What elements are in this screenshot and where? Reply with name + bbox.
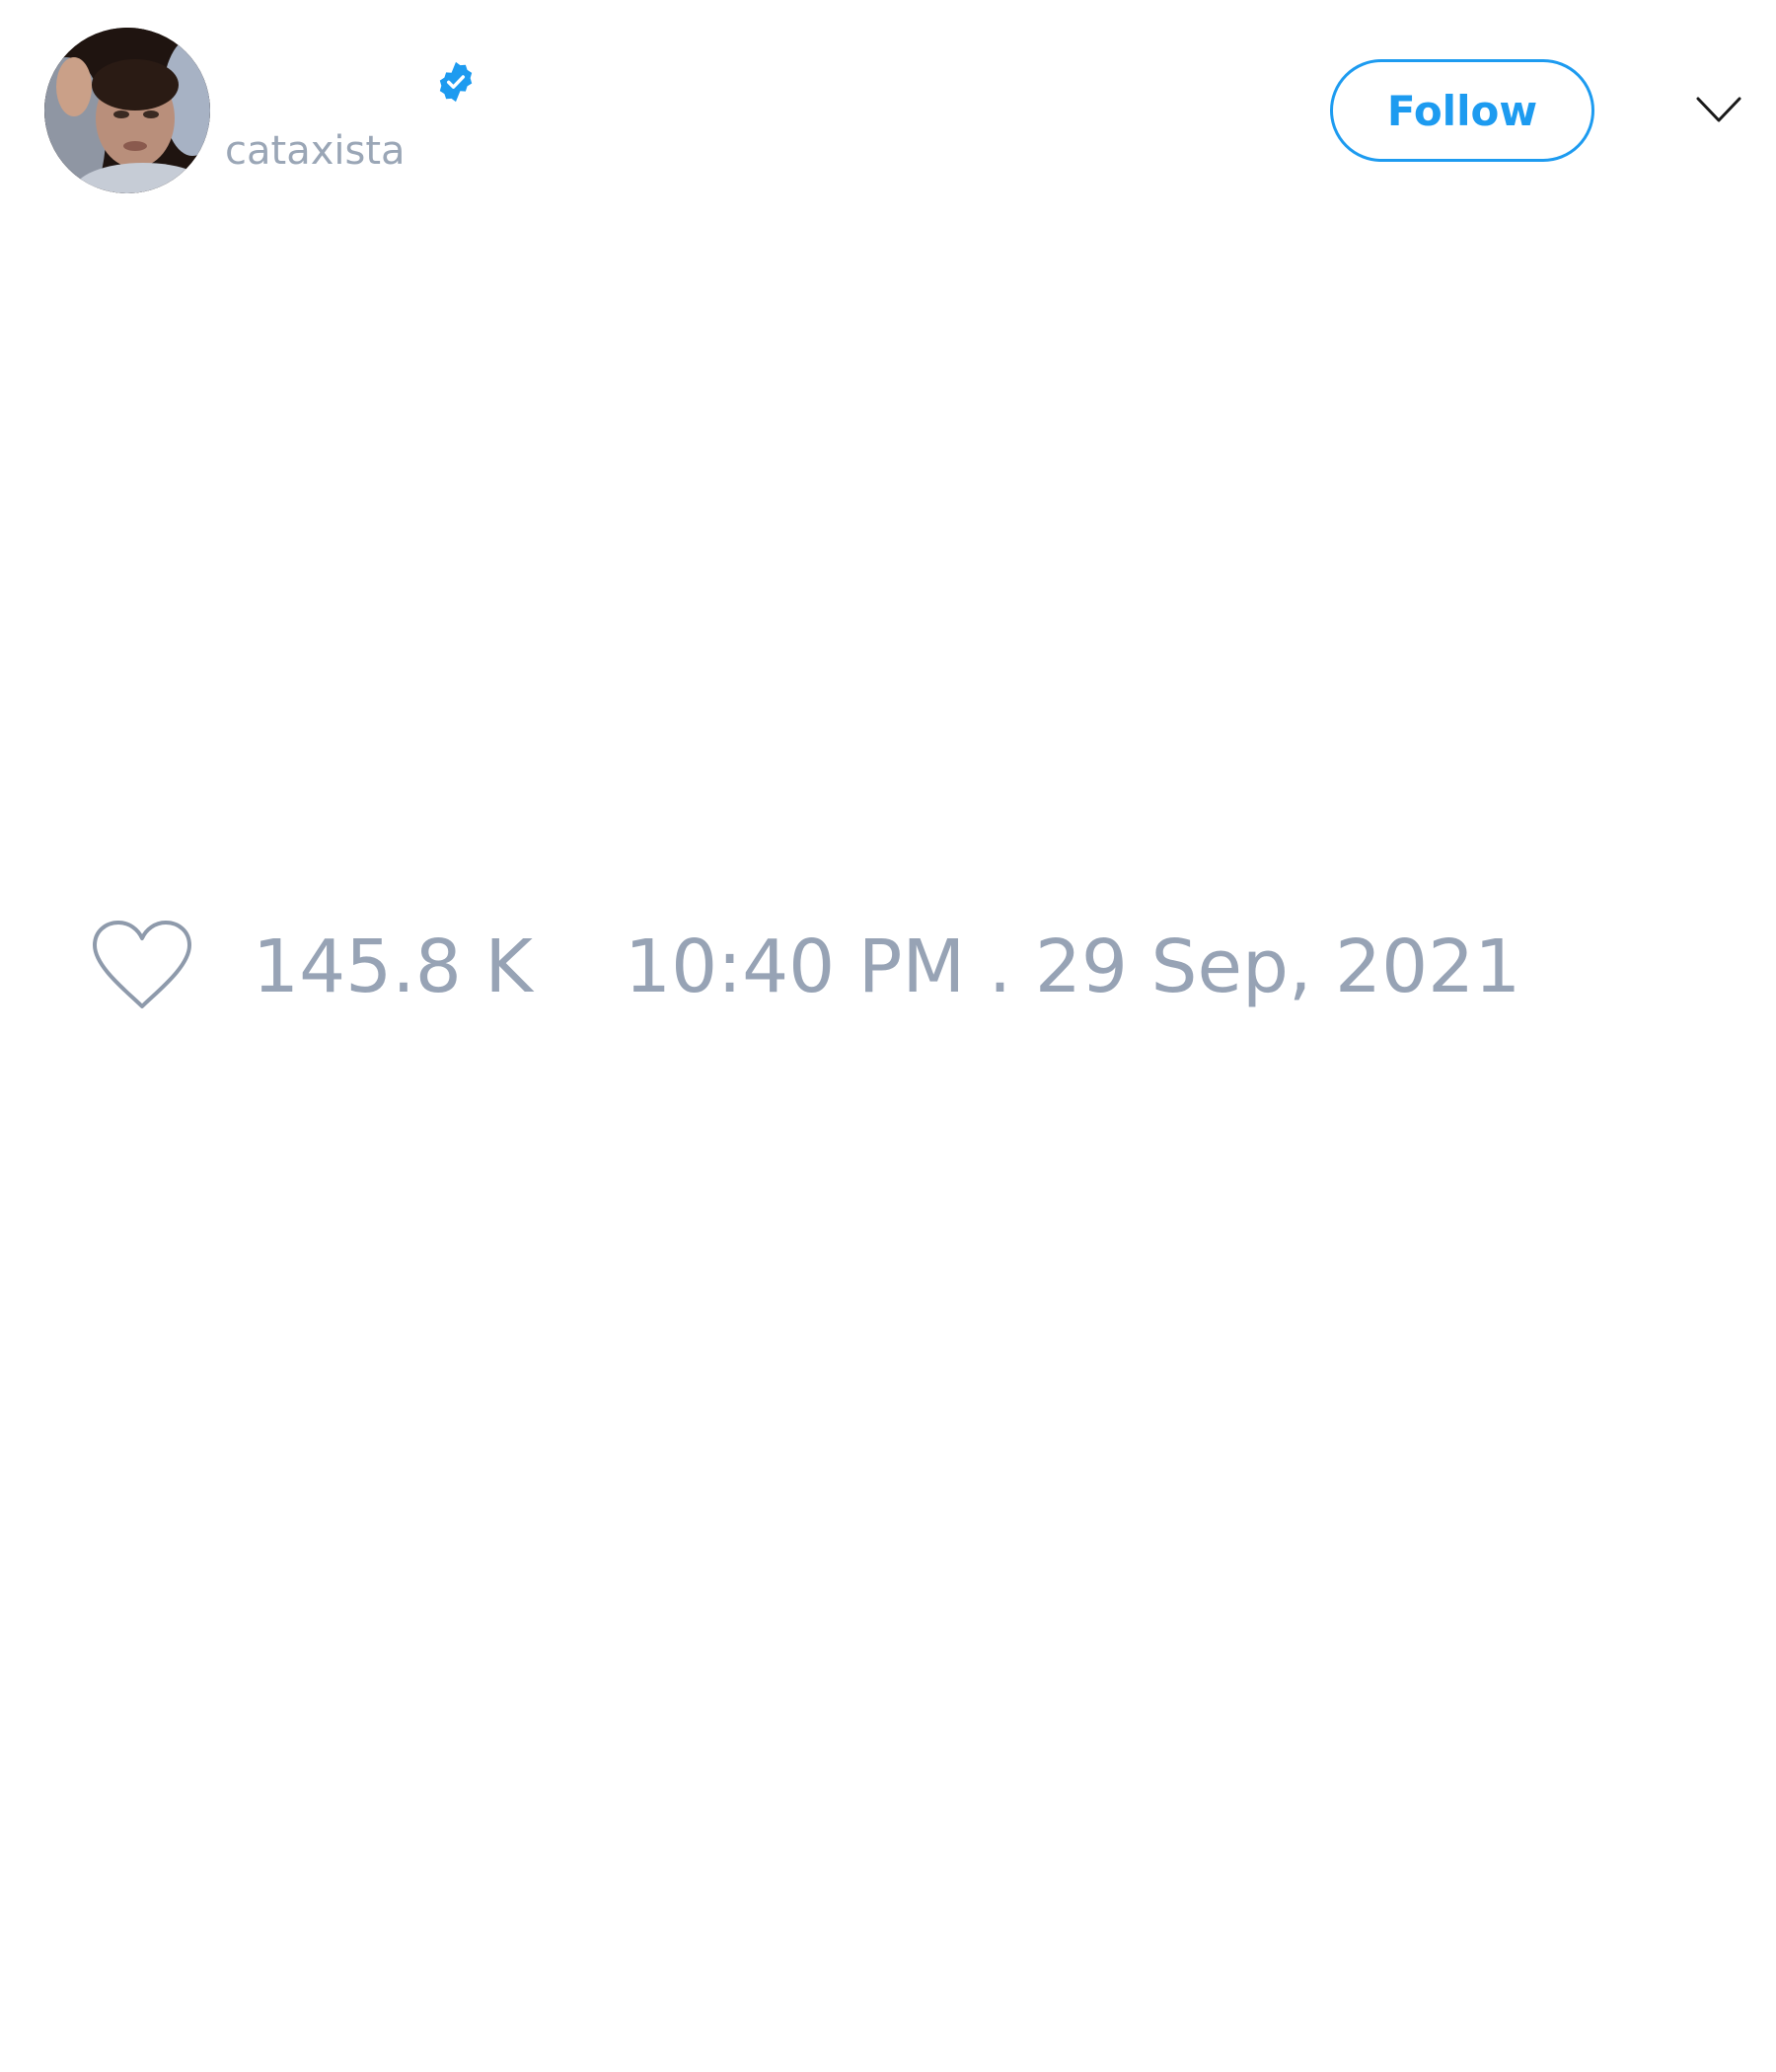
follow-button[interactable]: Follow [1330,59,1594,162]
author-handle[interactable]: cataxista [225,122,406,180]
tweet-timestamp[interactable]: 10:40 PM . 29 Sep, 2021 [625,920,1520,1014]
heart-icon[interactable] [89,918,195,1012]
avatar-photo [44,28,210,193]
like-count: 145.8 K [253,925,533,1009]
chevron-down-icon[interactable] [1695,93,1742,126]
verified-badge-icon [433,59,479,105]
author-avatar[interactable] [44,28,210,193]
